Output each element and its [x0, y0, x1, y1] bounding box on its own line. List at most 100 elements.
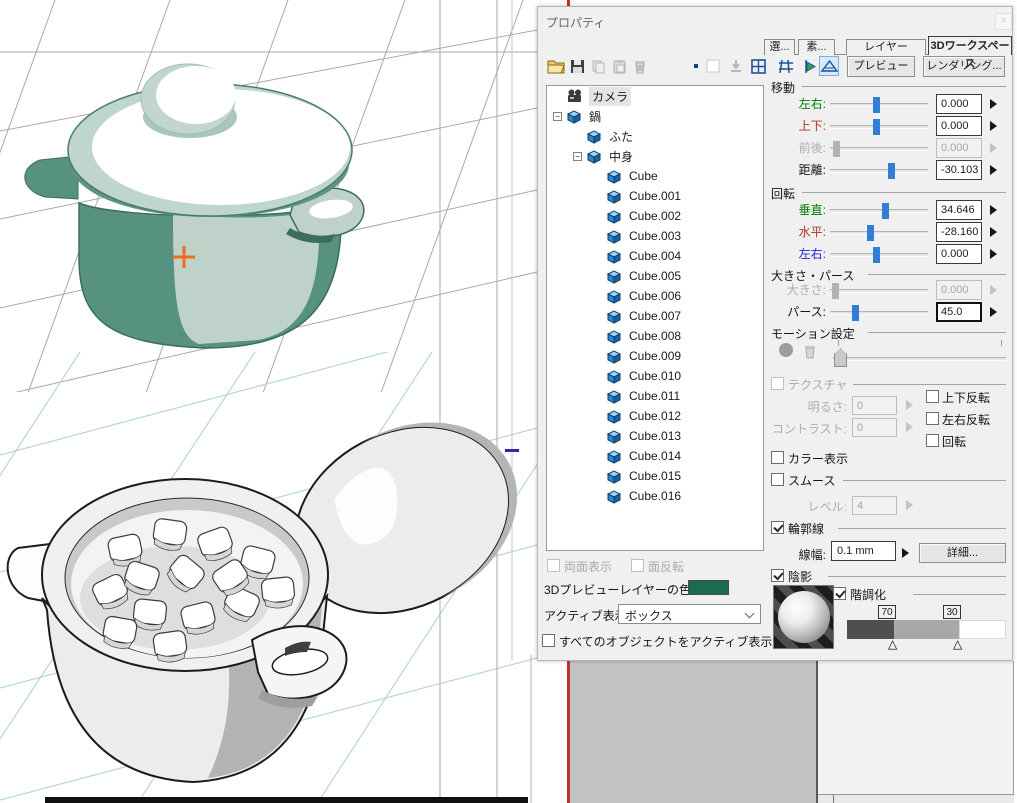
- flip-horizontal-checkbox[interactable]: [926, 412, 939, 425]
- param-value-input[interactable]: 0.000: [936, 244, 982, 264]
- flip-vertical-checkbox[interactable]: [926, 390, 939, 403]
- open-file-icon[interactable]: [546, 56, 566, 76]
- background-window-gray: [570, 661, 816, 803]
- layer-color-label: 3Dプレビューレイヤーの色:: [544, 583, 695, 597]
- param-value-input[interactable]: 0.000: [936, 280, 982, 300]
- face-flip-checkbox[interactable]: [631, 559, 644, 572]
- param-spinner[interactable]: [990, 205, 997, 215]
- tree-item[interactable]: Cube.012: [547, 406, 763, 426]
- color-display-checkbox[interactable]: [771, 451, 784, 464]
- tab-3d-workspace[interactable]: 3Dワークスペース: [928, 36, 1012, 70]
- direction-icon[interactable]: [800, 56, 820, 76]
- tree-item[interactable]: Cube.016: [547, 486, 763, 506]
- param-spinner[interactable]: [990, 143, 997, 153]
- tree-item[interactable]: Cube.011: [547, 386, 763, 406]
- param-slider[interactable]: [830, 163, 928, 179]
- tone-marker-1[interactable]: [888, 637, 897, 651]
- both-sides-checkbox[interactable]: [547, 559, 560, 572]
- tone-checkbox[interactable]: [833, 587, 846, 600]
- delete-icon[interactable]: [630, 56, 650, 76]
- param-slider[interactable]: [830, 119, 928, 135]
- grid-icon[interactable]: [776, 56, 796, 76]
- tree-item-label: Cube.010: [629, 369, 682, 383]
- texture-rotate-checkbox[interactable]: [926, 434, 939, 447]
- tree-item-label: Cube.016: [629, 489, 682, 503]
- contrast-input[interactable]: 0: [852, 418, 897, 437]
- perspective-icon[interactable]: [819, 56, 839, 76]
- tree-item[interactable]: Cube.015: [547, 466, 763, 486]
- tree-item[interactable]: Cube.010: [547, 366, 763, 386]
- param-value-input[interactable]: 0.000: [936, 116, 982, 136]
- tree-item[interactable]: Cube.013: [547, 426, 763, 446]
- brightness-spinner[interactable]: [906, 400, 913, 410]
- copy-icon[interactable]: [588, 56, 608, 76]
- frame-icon[interactable]: [703, 56, 723, 76]
- tree-item-label: Cube.015: [629, 469, 682, 483]
- close-icon[interactable]: ×: [995, 13, 1012, 30]
- section-texture: テクスチャ: [788, 378, 848, 392]
- param-slider[interactable]: [830, 225, 928, 241]
- tree-item-label: Cube.009: [629, 349, 682, 363]
- tab-material[interactable]: 素...: [798, 39, 835, 55]
- param-value-input[interactable]: 0.000: [936, 94, 982, 114]
- line-width-input[interactable]: 0.1 mm: [831, 541, 896, 561]
- param-value-input[interactable]: -28.160: [936, 222, 982, 242]
- outline-detail-button[interactable]: 詳細...: [919, 543, 1006, 563]
- paste-icon[interactable]: [609, 56, 629, 76]
- cube-icon: [606, 329, 621, 344]
- level-input[interactable]: 4: [852, 496, 897, 515]
- teal-pot-model[interactable]: [24, 63, 365, 349]
- timeline-slider[interactable]: [833, 357, 1006, 361]
- smooth-checkbox[interactable]: [771, 473, 784, 486]
- grid-quarter-icon[interactable]: [748, 56, 768, 76]
- tree-item[interactable]: Cube.014: [547, 446, 763, 466]
- save-icon[interactable]: [567, 56, 587, 76]
- section-motion: モーション設定: [771, 327, 855, 341]
- tone-value-2[interactable]: 30: [943, 605, 961, 619]
- param-slider[interactable]: [830, 305, 928, 321]
- param-spinner[interactable]: [990, 285, 997, 295]
- param-value-input[interactable]: 0.000: [936, 138, 982, 158]
- param-spinner[interactable]: [990, 121, 997, 131]
- param-slider[interactable]: [830, 141, 928, 157]
- tab-selection[interactable]: 選...: [764, 39, 795, 55]
- preview-button[interactable]: プレビュー: [847, 56, 915, 77]
- tone-marker-2[interactable]: [953, 637, 962, 651]
- outline-checkbox[interactable]: [771, 521, 784, 534]
- param-label: 上下:: [798, 119, 826, 133]
- param-spinner[interactable]: [990, 227, 997, 237]
- param-value-input[interactable]: 45.0: [936, 302, 982, 322]
- brightness-input[interactable]: 0: [852, 396, 897, 415]
- all-objects-checkbox[interactable]: [542, 634, 555, 647]
- contrast-spinner[interactable]: [906, 422, 913, 432]
- param-spinner[interactable]: [990, 165, 997, 175]
- tree-item[interactable]: Cube.008: [547, 326, 763, 346]
- record-keyframe-icon[interactable]: [779, 343, 793, 357]
- param-value-input[interactable]: 34.646: [936, 200, 982, 220]
- line-width-spinner[interactable]: [902, 548, 909, 558]
- import-icon[interactable]: [726, 56, 746, 76]
- tone-segment-light: [959, 620, 1006, 639]
- texture-checkbox[interactable]: [771, 377, 784, 390]
- param-spinner[interactable]: [990, 249, 997, 259]
- shading-checkbox[interactable]: [771, 569, 784, 582]
- tab-layer[interactable]: レイヤー: [846, 39, 926, 55]
- param-value-input[interactable]: -30.103: [936, 160, 982, 180]
- param-slider[interactable]: [830, 247, 928, 263]
- timeline-slider-thumb[interactable]: [834, 348, 847, 367]
- param-slider[interactable]: [830, 203, 928, 219]
- tone-value-1[interactable]: 70: [878, 605, 896, 619]
- param-spinner[interactable]: [990, 99, 997, 109]
- param-spinner[interactable]: [990, 307, 997, 317]
- layer-color-swatch[interactable]: [688, 580, 729, 595]
- cube-icon: [606, 449, 621, 464]
- tone-label: 階調化: [850, 588, 887, 602]
- cube-icon: [606, 349, 621, 364]
- tree-item[interactable]: Cube.009: [547, 346, 763, 366]
- param-slider[interactable]: [830, 97, 928, 113]
- gray-pot-model[interactable]: [6, 386, 550, 784]
- active-display-dropdown[interactable]: ボックス: [618, 604, 761, 624]
- param-slider[interactable]: [830, 283, 928, 299]
- delete-keyframe-icon[interactable]: [800, 341, 820, 361]
- level-spinner[interactable]: [906, 500, 913, 510]
